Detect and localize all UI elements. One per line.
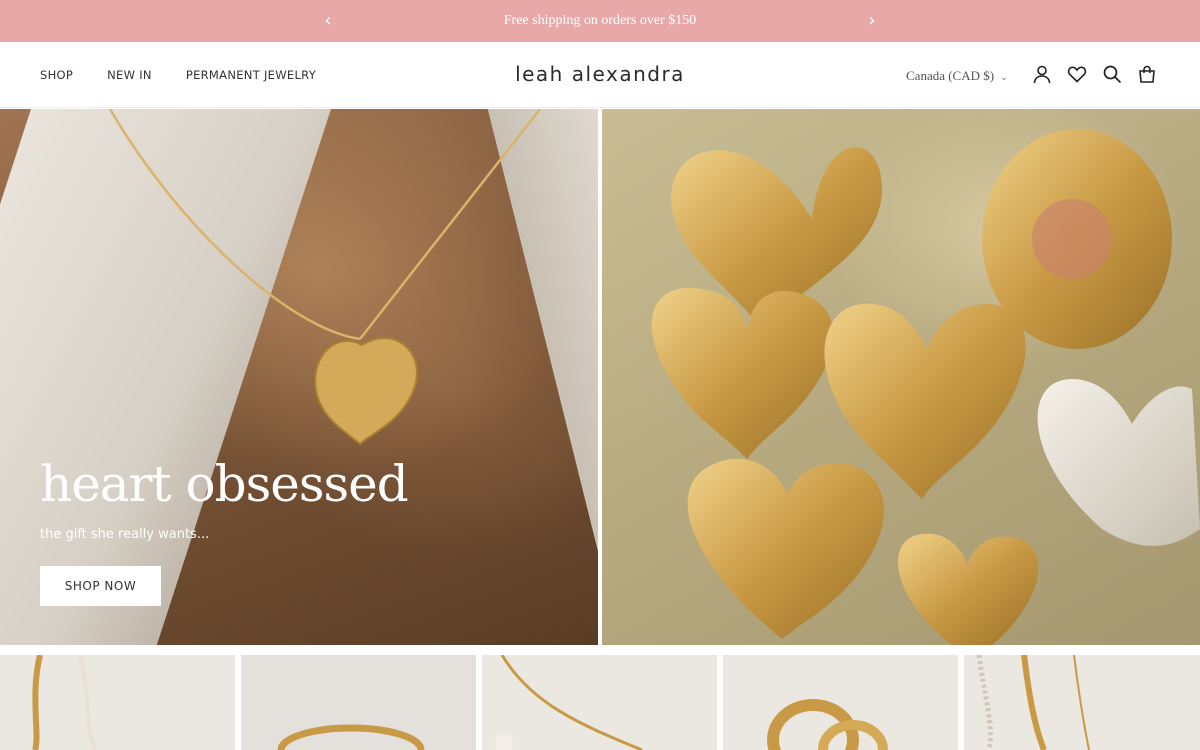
hero-subtitle: the gift she really wants... [40,527,210,542]
hero-image-left [0,109,598,645]
product-tile[interactable] [0,655,235,750]
product-tile[interactable] [723,655,958,750]
currency-selector[interactable]: Canada (CAD $) ⌄ [906,68,1008,84]
hero-image-right [602,109,1200,645]
chevron-down-icon: ⌄ [1000,73,1008,83]
hero-title: heart obsessed [40,455,409,513]
product-tiles [0,655,1200,750]
main-nav: SHOP NEW IN PERMANENT JEWELRY [40,68,316,82]
shop-now-button[interactable]: SHOP NOW [40,566,161,606]
nav-shop[interactable]: SHOP [40,68,73,82]
announcement-bar: ‹ Free shipping on orders over $150 › [0,0,1200,42]
heart-locket-necklace-graphic [108,109,541,446]
product-tile[interactable] [964,655,1200,750]
account-icon[interactable] [1032,64,1052,84]
hero-heading: heart obsessed [40,455,409,513]
cart-bag-icon[interactable] [1137,64,1157,84]
heart-lockets-graphic [651,129,1200,645]
announcement-text: Free shipping on orders over $150 [503,13,697,28]
nav-permanent-jewelry[interactable]: PERMANENT JEWELRY [186,68,316,82]
product-tile[interactable] [241,655,476,750]
product-tile[interactable] [482,655,717,750]
wishlist-heart-icon[interactable] [1067,64,1087,84]
header-icons [1032,64,1157,84]
nav-new-in[interactable]: NEW IN [107,68,152,82]
chevron-right-icon[interactable]: › [862,10,882,32]
search-icon[interactable] [1102,64,1122,84]
site-header: SHOP NEW IN PERMANENT JEWELRY leah alexa… [0,42,1200,108]
currency-label: Canada (CAD $) [906,68,995,83]
